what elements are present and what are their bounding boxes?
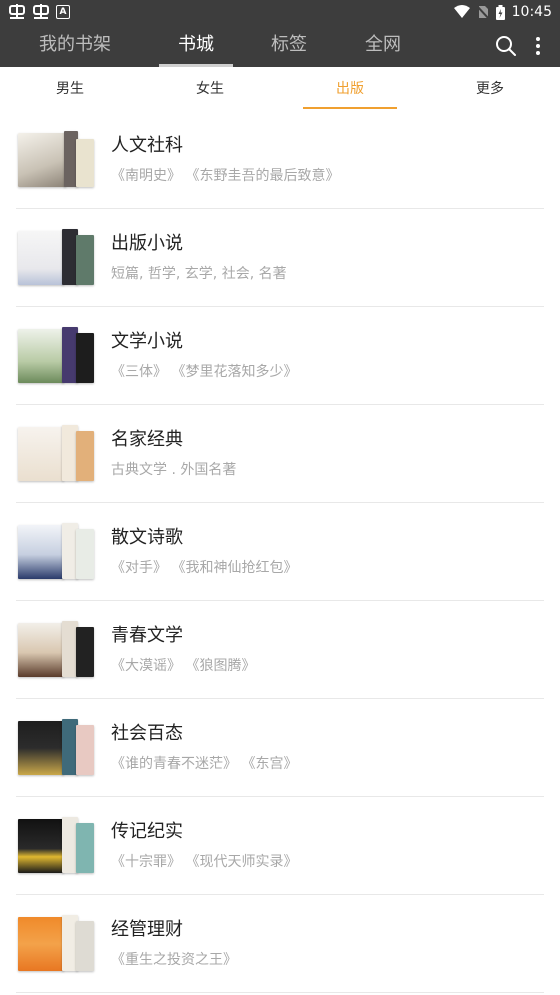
- category-subtitle: 《南明史》 《东野圭吾的最后致意》: [111, 168, 340, 184]
- list-item[interactable]: 散文诗歌 《对手》 《我和神仙抢红包》: [0, 503, 560, 601]
- category-thumbnail: [18, 521, 94, 579]
- category-subtitle: 《对手》 《我和神仙抢红包》: [111, 560, 298, 576]
- battery-icon: [495, 4, 505, 20]
- category-title: 社会百态: [111, 723, 183, 744]
- category-title: 青春文学: [111, 625, 183, 646]
- search-icon[interactable]: [495, 35, 517, 57]
- category-thumbnail: [18, 913, 94, 971]
- category-title: 名家经典: [111, 429, 183, 450]
- category-thumbnail: [18, 619, 94, 677]
- status-time: 10:45: [511, 4, 552, 20]
- more-vert-icon[interactable]: [527, 35, 549, 57]
- category-subtitle: 《大漠谣》 《狼图腾》: [111, 658, 256, 674]
- subtab-more[interactable]: 更多: [440, 67, 540, 111]
- app-notification-icon: [9, 4, 25, 19]
- list-item[interactable]: 名家经典 古典文学 . 外国名著: [0, 405, 560, 503]
- list-item[interactable]: 出版小说 短篇, 哲学, 玄学, 社会, 名著: [0, 209, 560, 307]
- sub-tabs: 男生 女生 出版 更多: [0, 67, 560, 111]
- status-bar: A 10:45: [0, 0, 560, 25]
- category-thumbnail: [18, 815, 94, 873]
- category-title: 出版小说: [111, 233, 183, 254]
- no-sim-icon: [476, 5, 489, 19]
- category-title: 传记纪实: [111, 821, 183, 842]
- category-subtitle: 《谁的青春不迷茫》 《东宫》: [111, 756, 298, 772]
- tab-web[interactable]: 全网: [346, 25, 420, 67]
- list-item[interactable]: 人文社科 《南明史》 《东野圭吾的最后致意》: [0, 111, 560, 209]
- category-subtitle: 《三体》 《梦里花落知多少》: [111, 364, 298, 380]
- wifi-icon: [453, 5, 470, 18]
- tab-tags[interactable]: 标签: [252, 25, 326, 67]
- category-subtitle: 《十宗罪》 《现代天师实录》: [111, 854, 298, 870]
- tab-bookstore[interactable]: 书城: [159, 25, 233, 67]
- list-item[interactable]: 经管理财 《重生之投资之王》: [0, 895, 560, 993]
- category-subtitle: 《重生之投资之王》: [111, 952, 237, 968]
- category-thumbnail: [18, 423, 94, 481]
- a-badge-icon: A: [56, 5, 70, 19]
- tab-bookshelf[interactable]: 我的书架: [25, 25, 125, 67]
- category-thumbnail: [18, 325, 94, 383]
- list-item[interactable]: 社会百态 《谁的青春不迷茫》 《东宫》: [0, 699, 560, 797]
- divider: [16, 992, 544, 993]
- category-thumbnail: [18, 717, 94, 775]
- category-subtitle: 古典文学 . 外国名著: [111, 462, 237, 478]
- active-subtab-indicator: [303, 107, 397, 109]
- category-title: 散文诗歌: [111, 527, 183, 548]
- app-notification-icon: [33, 4, 49, 19]
- subtab-publishing[interactable]: 出版: [300, 67, 400, 111]
- app-bar: 我的书架 书城 标签 全网: [0, 25, 560, 67]
- category-title: 经管理财: [111, 919, 183, 940]
- subtab-male[interactable]: 男生: [20, 67, 120, 111]
- category-title: 文学小说: [111, 331, 183, 352]
- list-item[interactable]: 传记纪实 《十宗罪》 《现代天师实录》: [0, 797, 560, 895]
- list-item[interactable]: 文学小说 《三体》 《梦里花落知多少》: [0, 307, 560, 405]
- category-thumbnail: [18, 129, 94, 187]
- category-thumbnail: [18, 227, 94, 285]
- category-subtitle: 短篇, 哲学, 玄学, 社会, 名著: [111, 266, 287, 282]
- subtab-female[interactable]: 女生: [160, 67, 260, 111]
- category-title: 人文社科: [111, 135, 183, 156]
- list-item[interactable]: 青春文学 《大漠谣》 《狼图腾》: [0, 601, 560, 699]
